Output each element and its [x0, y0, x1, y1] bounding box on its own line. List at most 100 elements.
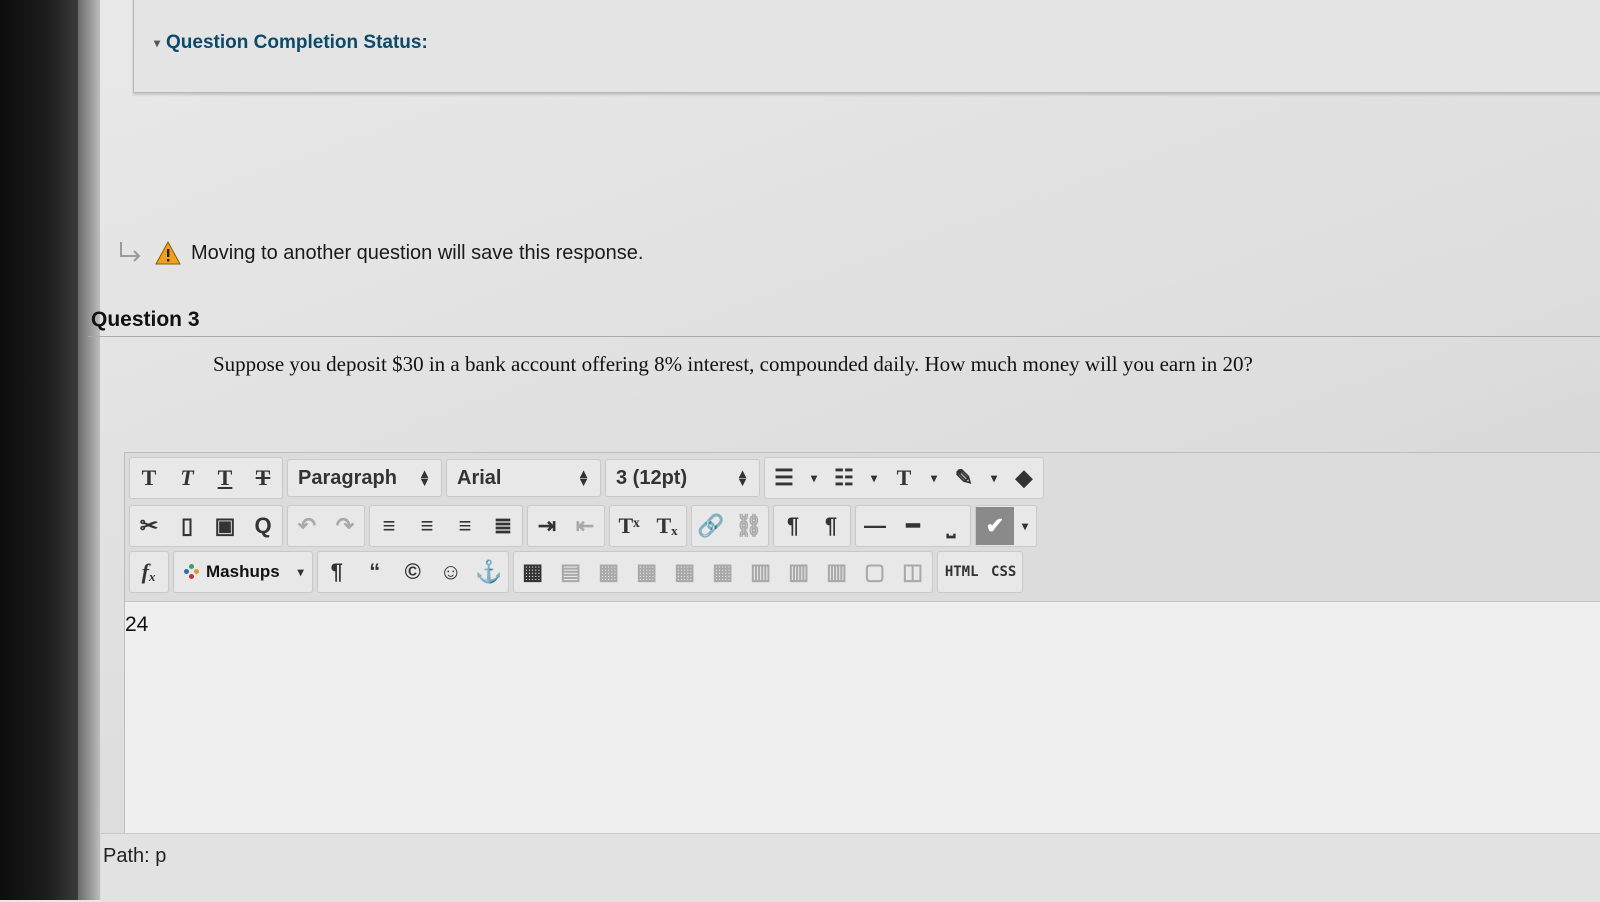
unlink-icon[interactable]: ⛓ — [730, 507, 768, 545]
spellcheck-icon[interactable]: ✔ — [976, 507, 1014, 545]
mashups-label: Mashups — [206, 562, 280, 581]
editor-path-bar — [101, 833, 1600, 902]
italic-button[interactable]: T — [168, 459, 206, 497]
insert-col-before-icon[interactable]: ▥ — [742, 553, 780, 591]
css-button[interactable]: CSS — [986, 553, 1022, 591]
insert-group: ¶ “ © ☺ ⚓ — [316, 551, 509, 593]
table-row-props-icon[interactable]: ▤ — [552, 553, 590, 591]
clipboard-group: ✂ ▯ ▣ Q — [129, 505, 283, 547]
question-completion-toggle[interactable]: ▾ Question Completion Status: — [154, 32, 428, 54]
numbered-list-button[interactable]: ☷ — [825, 459, 863, 497]
delete-col-icon[interactable]: ▥ — [818, 553, 856, 591]
subscript-icon[interactable]: Tₓ — [648, 507, 686, 545]
delete-row-icon[interactable]: ▦ — [704, 553, 742, 591]
indent-icon[interactable]: ⇥ — [528, 507, 566, 545]
warning-icon — [155, 241, 181, 265]
editor-toolbar: T T T T Paragraph ▲ ▼ Arial ▲ ▼ 3 (12pt) ▲… — [125, 453, 1600, 602]
editor-content-area[interactable] — [125, 603, 1600, 853]
mashups-icon — [184, 564, 200, 580]
toolbar-row-2: ✂ ▯ ▣ Q ↶ ↷ ≡ ≡ ≡ ≣ ⇥ ⇤ Tˣ Tₓ 🔗 ⛓ ¶ ¶ — … — [129, 505, 1037, 547]
text-editor: T T T T Paragraph ▲ ▼ Arial ▲ ▼ 3 (12pt) ▲… — [101, 452, 1600, 902]
copy-icon[interactable]: ▯ — [168, 507, 206, 545]
split-cells-icon[interactable]: ▢ — [856, 553, 894, 591]
indent-group: ⇥ ⇤ — [527, 505, 605, 547]
align-center-icon[interactable]: ≡ — [408, 507, 446, 545]
cut-icon[interactable]: ✂ — [130, 507, 168, 545]
numbered-list-dropdown[interactable]: ▾ — [863, 459, 885, 497]
align-justify-icon[interactable]: ≣ — [484, 507, 522, 545]
strikethrough-button[interactable]: T — [244, 459, 282, 497]
question-title: Question 3 — [91, 308, 200, 331]
toolbar-row-3: fₓ Mashups ▾ ¶ “ © ☺ ⚓ ▦ ▤ ▦ ▦ ▦ ▦ ▥ ▥ ▥… — [129, 551, 1023, 593]
toolbar-row-1: T T T T Paragraph ▲ ▼ Arial ▲ ▼ 3 (12pt) ▲… — [129, 457, 1044, 499]
anchor-icon[interactable]: ⚓ — [470, 553, 508, 591]
blockquote-icon[interactable]: “ — [356, 553, 394, 591]
table-cell-props-icon[interactable]: ▦ — [590, 553, 628, 591]
bold-button[interactable]: T — [130, 459, 168, 497]
return-arrow-icon — [120, 242, 141, 262]
align-right-icon[interactable]: ≡ — [446, 507, 484, 545]
rtl-icon[interactable]: ¶ — [812, 507, 850, 545]
ltr-icon[interactable]: ¶ — [774, 507, 812, 545]
highlight-pen-icon[interactable]: ✎ — [945, 459, 983, 497]
insert-col-after-icon[interactable]: ▥ — [780, 553, 818, 591]
paragraph-select[interactable]: Paragraph ▲ ▼ — [287, 459, 442, 497]
table-group: ▦ ▤ ▦ ▦ ▦ ▦ ▥ ▥ ▥ ▢ ◫ — [512, 551, 933, 593]
updown-arrow-icon: ▲ ▼ — [418, 466, 431, 489]
font-size-select[interactable]: 3 (12pt) ▲ ▼ — [605, 459, 760, 497]
font-size-select-value: 3 (12pt) — [616, 466, 688, 489]
redo-icon[interactable]: ↷ — [326, 507, 364, 545]
bullet-list-button[interactable]: ☰ — [765, 459, 803, 497]
superscript-icon[interactable]: Tˣ — [610, 507, 648, 545]
spellcheck-dropdown[interactable]: ▾ — [1014, 507, 1036, 545]
mashups-button[interactable]: Mashups — [174, 553, 290, 591]
horizontal-rule-icon[interactable]: — — [856, 507, 894, 545]
code-group: HTML CSS — [936, 551, 1023, 593]
link-icon[interactable]: 🔗 — [692, 507, 730, 545]
font-family-select[interactable]: Arial ▲ ▼ — [446, 459, 601, 497]
chevron-down-icon: ▾ — [154, 36, 161, 50]
highlight-dropdown[interactable]: ▾ — [983, 459, 1005, 497]
script-group: Tˣ Tₓ — [609, 505, 687, 547]
insert-line-group: — ━ ⎵ — [855, 505, 971, 547]
undo-icon[interactable]: ↶ — [288, 507, 326, 545]
merge-cells-icon[interactable]: ◫ — [894, 553, 932, 591]
formula-icon[interactable]: fₓ — [130, 553, 168, 591]
spellcheck-group: ✔ ▾ — [975, 505, 1037, 547]
html-button[interactable]: HTML — [938, 553, 986, 591]
paragraph-mark-icon[interactable]: ¶ — [318, 553, 356, 591]
question-completion-panel: ▾ Question Completion Status: — [133, 0, 1600, 93]
eraser-icon[interactable]: ◆ — [1005, 459, 1043, 497]
align-left-icon[interactable]: ≡ — [370, 507, 408, 545]
copyright-icon[interactable]: © — [394, 553, 432, 591]
screen-edge — [78, 0, 100, 900]
text-color-button[interactable]: T — [885, 459, 923, 497]
screen-bezel — [0, 0, 78, 900]
outdent-icon[interactable]: ⇤ — [566, 507, 604, 545]
paste-icon[interactable]: ▣ — [206, 507, 244, 545]
direction-group: ¶ ¶ — [773, 505, 851, 547]
nonbreaking-space-icon[interactable]: ⎵ — [932, 507, 970, 545]
editor-path: Path: p — [103, 845, 167, 867]
save-notice-text: Moving to another question will save thi… — [191, 241, 644, 264]
thick-rule-icon[interactable]: ━ — [894, 507, 932, 545]
mashups-group: Mashups ▾ — [173, 551, 313, 593]
bullet-list-dropdown[interactable]: ▾ — [803, 459, 825, 497]
align-group: ≡ ≡ ≡ ≣ — [369, 505, 523, 547]
question-completion-label: Question Completion Status: — [166, 32, 428, 53]
mashups-dropdown[interactable]: ▾ — [290, 553, 312, 591]
table-icon[interactable]: ▦ — [514, 553, 552, 591]
text-color-dropdown[interactable]: ▾ — [923, 459, 945, 497]
insert-row-after-icon[interactable]: ▦ — [666, 553, 704, 591]
editor-content-text: 24 — [125, 613, 149, 636]
updown-arrow-icon: ▲ ▼ — [577, 466, 590, 489]
updown-arrow-icon: ▲ ▼ — [736, 466, 749, 489]
paragraph-select-value: Paragraph — [298, 466, 397, 489]
formula-group: fₓ — [129, 551, 169, 593]
emoticon-icon[interactable]: ☺ — [432, 553, 470, 591]
find-icon[interactable]: Q — [244, 507, 282, 545]
insert-row-before-icon[interactable]: ▦ — [628, 553, 666, 591]
question-divider — [88, 336, 1600, 337]
question-text: Suppose you deposit $30 in a bank accoun… — [213, 352, 1253, 376]
underline-button[interactable]: T — [206, 459, 244, 497]
